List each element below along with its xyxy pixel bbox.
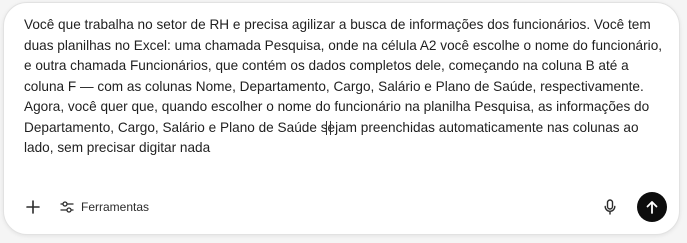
prompt-paragraph-2: Agora, você quer que, quando escolher o … <box>24 99 650 155</box>
prompt-composer[interactable]: Você que trabalha no setor de RH e preci… <box>3 2 680 235</box>
sliders-icon <box>60 201 74 213</box>
prompt-textarea[interactable]: Você que trabalha no setor de RH e preci… <box>24 15 669 159</box>
add-attachment-button[interactable] <box>22 196 44 218</box>
microphone-icon <box>604 199 616 215</box>
tools-button[interactable]: Ferramentas <box>56 194 153 220</box>
send-button[interactable] <box>637 192 667 222</box>
tools-label: Ferramentas <box>81 200 150 214</box>
arrow-up-icon <box>646 201 658 214</box>
plus-icon <box>26 200 40 214</box>
composer-toolbar: Ferramentas <box>22 192 667 222</box>
prompt-paragraph-1: Você que trabalha no setor de RH e preci… <box>24 17 663 94</box>
voice-input-button[interactable] <box>597 194 623 220</box>
text-cursor-icon <box>326 121 331 135</box>
